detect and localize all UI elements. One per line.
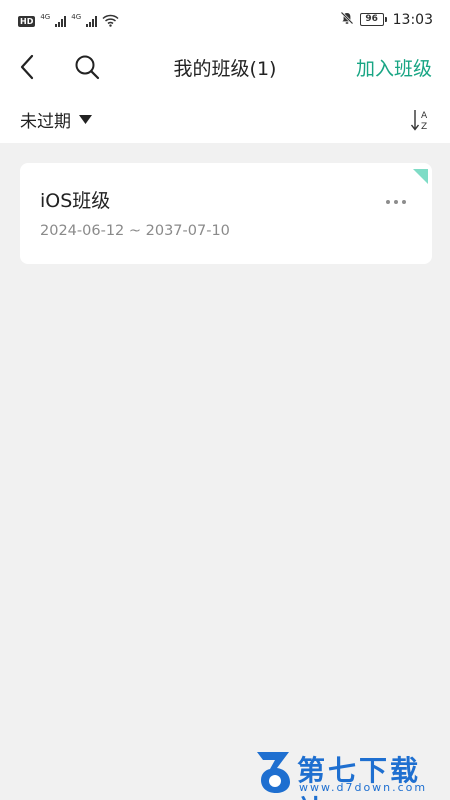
back-button[interactable] — [16, 53, 42, 81]
more-dots-icon — [386, 200, 390, 204]
more-options-button[interactable] — [386, 189, 412, 205]
expiry-filter-dropdown[interactable]: 未过期 — [20, 107, 92, 132]
dropdown-triangle-icon — [79, 114, 92, 124]
network-type-label-2: 4G — [71, 12, 82, 21]
status-left: HD 4G 4G — [18, 12, 119, 31]
hd-voice-icon: HD — [18, 16, 36, 27]
watermark-url: www.d7down.com — [299, 781, 428, 794]
class-name: iOS班级 — [40, 190, 111, 212]
mute-bell-icon — [340, 10, 354, 29]
site-watermark: 第七下载站 www.d7down.com — [255, 748, 447, 800]
nav-bar: 我的班级(1) 加入班级 — [0, 40, 450, 95]
svg-text:Z: Z — [421, 122, 427, 132]
signal-strength-icon — [55, 16, 67, 27]
search-icon — [75, 55, 100, 80]
class-card[interactable]: iOS班级 2024-06-12 ~ 2037-07-10 — [20, 163, 432, 264]
battery-icon: 96 — [359, 13, 387, 26]
watermark-logo-icon — [257, 752, 290, 793]
filter-selected-label: 未过期 — [20, 112, 71, 132]
svg-text:A: A — [421, 111, 428, 121]
join-class-button[interactable]: 加入班级 — [356, 54, 432, 81]
sort-az-icon: A Z — [410, 110, 428, 132]
card-corner-tag — [413, 169, 428, 184]
back-arrow-icon — [20, 54, 34, 80]
wifi-icon — [102, 12, 119, 31]
filter-bar: 未过期 A Z — [0, 95, 450, 143]
status-bar: HD 4G 4G 96 13:03 — [0, 0, 450, 40]
network-type-label: 4G — [40, 12, 51, 21]
app-screen: HD 4G 4G 96 13:03 我的班级(1) 加入班级 未过期 A Z i… — [0, 0, 450, 800]
signal-strength-icon-2 — [86, 16, 98, 27]
sort-button[interactable]: A Z — [410, 108, 432, 132]
status-time: 13:03 — [392, 11, 433, 28]
class-date-range: 2024-06-12 ~ 2037-07-10 — [40, 223, 230, 239]
status-right: 96 13:03 — [340, 10, 433, 29]
battery-level: 96 — [359, 13, 384, 26]
search-button[interactable] — [73, 53, 101, 81]
